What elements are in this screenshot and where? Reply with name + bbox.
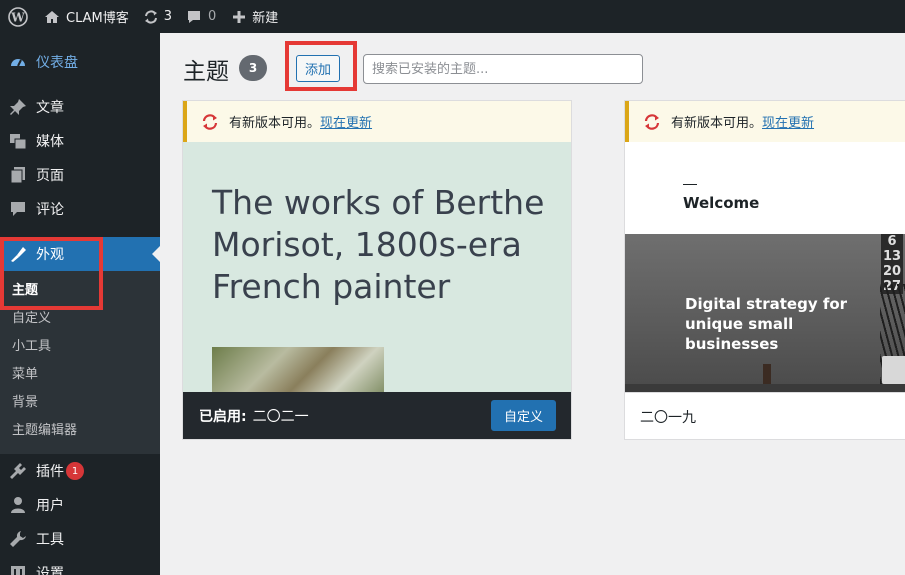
submenu-item-menus[interactable]: 菜单 [12, 365, 38, 385]
sidebar-item-plugins[interactable]: 插件 1 [0, 454, 160, 488]
theme-screenshot[interactable]: The works of Berthe Morisot, 1800s-era F… [183, 142, 571, 397]
sidebar-item-label: 评论 [36, 202, 64, 218]
preview-dash [683, 184, 697, 185]
theme-screenshot-image[interactable]: 6 13 20 27 Digital strategy for unique s… [625, 234, 905, 392]
page-title: 主题 [183, 59, 229, 85]
sidebar-item-label: 页面 [36, 168, 64, 184]
updates-count: 3 [163, 9, 173, 24]
theme-name: 二〇一九 [640, 409, 696, 426]
update-now-link[interactable]: 现在更新 [762, 112, 814, 131]
submenu-item-themes[interactable]: 主题 [12, 281, 38, 301]
preview-pot-image [882, 356, 905, 384]
preview-painting-image [212, 347, 384, 397]
page-icon [0, 166, 36, 184]
sidebar-item-label: 仪表盘 [36, 55, 78, 71]
sidebar-item-settings[interactable]: 设置 [0, 556, 160, 575]
sidebar-item-label: 插件 [36, 464, 64, 480]
sidebar-item-dashboard[interactable]: 仪表盘 [0, 45, 160, 79]
update-icon [202, 113, 218, 130]
comments-count: 0 [208, 9, 217, 24]
preview-shelf-image [625, 384, 905, 392]
comments-link[interactable]: 0 [182, 0, 226, 33]
settings-icon [0, 564, 36, 575]
pin-icon [0, 98, 36, 116]
plus-icon [233, 10, 246, 23]
submenu-item-customize[interactable]: 自定义 [12, 309, 51, 329]
preview-welcome: Welcome [683, 194, 760, 212]
sidebar-item-label: 文章 [36, 100, 64, 116]
sidebar-item-users[interactable]: 用户 [0, 488, 160, 522]
sidebar-item-posts[interactable]: 文章 [0, 90, 160, 124]
theme-name: 二〇二一 [252, 409, 309, 425]
submenu-item-theme-editor[interactable]: 主题编辑器 [12, 421, 77, 441]
preview-tagline: Digital strategy for unique small busine… [685, 295, 848, 353]
sidebar-item-pages[interactable]: 页面 [0, 158, 160, 192]
user-icon [0, 496, 36, 514]
preview-jar-image [763, 364, 771, 384]
notice-text: 有新版本可用。 [229, 116, 321, 131]
search-installed-themes-input[interactable] [363, 54, 643, 84]
wordpress-logo-icon[interactable]: W [0, 0, 36, 33]
plugin-icon [0, 462, 36, 480]
updates-icon [144, 9, 157, 24]
sidebar-item-comments[interactable]: 评论 [0, 192, 160, 226]
site-name: CLAM博客 [66, 11, 129, 26]
appearance-submenu: 主题 自定义 小工具 菜单 背景 主题编辑器 [0, 271, 160, 454]
appearance-icon [0, 245, 36, 263]
sidebar-item-label: 工具 [36, 532, 64, 548]
sidebar-item-label: 用户 [36, 498, 64, 514]
new-label: 新建 [252, 11, 279, 26]
theme-name-bar: 已启用: 二〇二一 自定义 [183, 392, 571, 439]
dashboard-icon [0, 53, 36, 71]
sidebar-item-tools[interactable]: 工具 [0, 522, 160, 556]
theme-count-badge: 3 [239, 55, 267, 81]
comment-bubble-icon [188, 10, 201, 23]
site-name-link[interactable]: CLAM博客 [36, 0, 139, 33]
sidebar-item-label: 外观 [36, 247, 64, 263]
sidebar-item-appearance[interactable]: 外观 [0, 237, 160, 271]
sidebar-item-media[interactable]: 媒体 [0, 124, 160, 158]
update-icon [644, 113, 660, 130]
media-icon [0, 132, 36, 150]
update-notice: 有新版本可用。 现在更新 [625, 101, 905, 142]
svg-text:W: W [10, 10, 25, 24]
update-notice: 有新版本可用。 现在更新 [183, 101, 571, 142]
sidebar-item-label: 设置 [36, 566, 64, 575]
theme-card-twentynineteen[interactable]: 有新版本可用。 现在更新 Welcome 6 13 20 27 Digital … [624, 100, 905, 440]
customize-button[interactable]: 自定义 [490, 400, 556, 431]
admin-bar: W CLAM博客 3 0 新建 [0, 0, 905, 33]
active-label: 已启用: [199, 409, 247, 425]
current-menu-arrow [152, 246, 160, 262]
add-theme-button[interactable]: 添加 [296, 55, 340, 82]
sidebar-item-label: 媒体 [36, 134, 64, 150]
admin-sidebar: 仪表盘 文章 媒体 页面 评论 外观 主题 自定义 小工具 菜单 背景 主题编辑… [0, 33, 160, 575]
new-content-link[interactable]: 新建 [226, 0, 286, 33]
theme-screenshot-header[interactable]: Welcome [625, 142, 905, 234]
theme-name-bar: 二〇一九 [625, 392, 905, 439]
theme-card-twentytwentyone[interactable]: 有新版本可用。 现在更新 The works of Berthe Morisot… [182, 100, 572, 440]
comment-icon [0, 200, 36, 218]
wrench-icon [0, 530, 36, 548]
preview-heading: The works of Berthe Morisot, 1800s-era F… [212, 183, 545, 306]
submenu-item-widgets[interactable]: 小工具 [12, 337, 51, 357]
updates-link[interactable]: 3 [139, 0, 182, 33]
plugin-update-badge: 1 [66, 462, 84, 480]
update-now-link[interactable]: 现在更新 [320, 112, 372, 131]
notice-text: 有新版本可用。 [671, 116, 763, 131]
submenu-item-background[interactable]: 背景 [12, 393, 38, 413]
home-icon [45, 10, 59, 23]
